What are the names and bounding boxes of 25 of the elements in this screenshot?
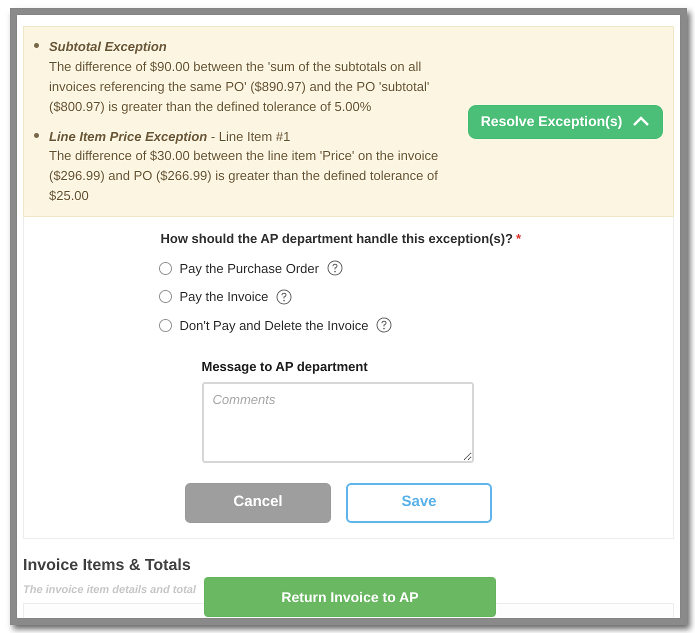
help-icon[interactable] <box>376 317 392 334</box>
exception-description: The difference of $90.00 between the 'sum of the subtotals on all invoices referencing the same PO' ($890.97) and the PO 'subtotal' ($800.97) is greater than the defined tolerance of 5.00% <box>49 58 430 116</box>
required-asterisk: * <box>516 230 522 248</box>
exception-description: The difference of $30.00 between the line item 'Price' on the invoice ($296.99) and PO ($266.99) is greater than the defined tolerance of $25.00 <box>49 147 440 205</box>
option-label: Pay the Invoice <box>180 288 268 306</box>
option-label: Pay the Purchase Order <box>180 260 319 278</box>
question-label: How should the AP department handle this exception(s)? <box>160 230 513 248</box>
message-label: Message to AP department <box>202 358 369 376</box>
radio-button[interactable] <box>158 262 172 275</box>
chevron-up-icon <box>632 116 650 127</box>
radio-button[interactable] <box>158 318 172 332</box>
save-button[interactable]: Save <box>346 482 492 522</box>
bullet-icon <box>34 132 39 138</box>
exception-title: Line Item Price Exception - Line Item #1 <box>49 128 292 146</box>
radio-button[interactable] <box>158 290 172 304</box>
resolve-exceptions-button[interactable]: Resolve Exception(s) <box>468 104 663 138</box>
section-title: Invoice Items & Totals <box>23 556 192 576</box>
help-icon[interactable] <box>326 260 343 276</box>
cancel-button[interactable]: Cancel <box>185 482 331 522</box>
exception-title: Subtotal Exception <box>49 38 168 56</box>
help-icon[interactable] <box>276 288 292 305</box>
return-invoice-button[interactable]: Return Invoice to AP <box>204 577 496 617</box>
option-label: Don't Pay and Delete the Invoice <box>180 316 368 335</box>
comments-field[interactable]: Comments <box>202 382 474 462</box>
bullet-icon <box>34 43 39 48</box>
